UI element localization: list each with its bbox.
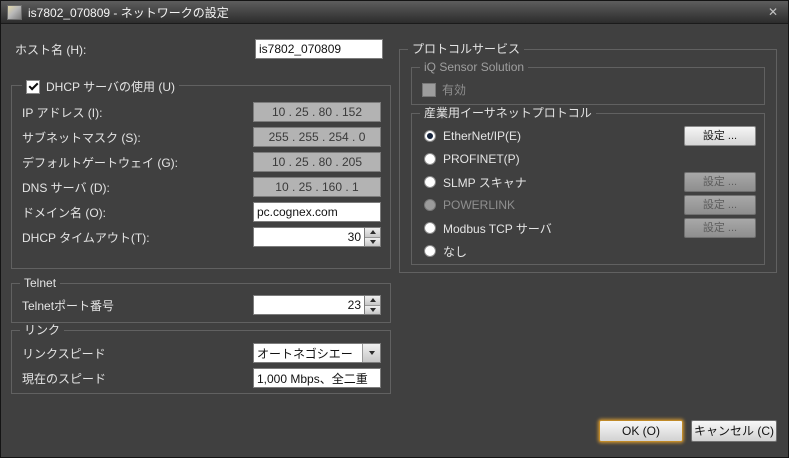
slmp-radio[interactable] [424, 176, 436, 188]
modbus-label: Modbus TCP サーバ [443, 220, 552, 237]
dhcp-group: DHCP サーバの使用 (U) IP アドレス (I): 10 . 25 . 8… [11, 85, 391, 269]
dns-server-input: 10 . 25 . 160 . 1 [253, 177, 381, 197]
telnet-port-input[interactable]: 23 [253, 295, 364, 315]
protocol-option-powerlink: POWERLINK 設定 ... [424, 195, 756, 215]
modbus-radio[interactable] [424, 222, 436, 234]
telnet-group: Telnet Telnetポート番号 23 [11, 283, 391, 323]
dhcp-checkbox-row[interactable]: DHCP サーバの使用 (U) [22, 78, 179, 95]
link-group-title: リンク [20, 323, 64, 337]
profinet-radio[interactable] [424, 153, 436, 165]
none-label: なし [443, 243, 467, 260]
subnet-mask-input: 255 . 255 . 254 . 0 [253, 127, 381, 147]
ip-address-label: IP アドレス (I): [22, 104, 102, 121]
powerlink-label: POWERLINK [443, 198, 515, 212]
telnet-port-row: Telnetポート番号 23 [22, 295, 381, 315]
iq-enable-label: 有効 [442, 81, 466, 98]
protocol-option-ethernet-ip[interactable]: EtherNet/IP(E) 設定 ... [424, 126, 756, 146]
network-settings-dialog: is7802_070809 - ネットワークの設定 ✕ ホスト名 (H): is… [0, 0, 789, 458]
dhcp-timeout-label: DHCP タイムアウト(T): [22, 229, 150, 246]
ip-address-input: 10 . 25 . 80 . 152 [253, 102, 381, 122]
iq-enable-checkbox [422, 83, 436, 97]
spinner-up-icon[interactable] [365, 296, 380, 306]
default-gateway-input: 10 . 25 . 80 . 205 [253, 152, 381, 172]
telnet-group-title: Telnet [20, 276, 60, 290]
link-speed-value: オートネゴシエー [254, 344, 362, 362]
default-gateway-label: デフォルトゲートウェイ (G): [22, 154, 178, 171]
cancel-button[interactable]: キャンセル (C) [691, 420, 777, 442]
slmp-config-button: 設定 ... [684, 172, 756, 192]
dns-server-label: DNS サーバ (D): [22, 179, 110, 196]
slmp-label: SLMP スキャナ [443, 174, 527, 191]
dhcp-checkbox-label: DHCP サーバの使用 (U) [46, 78, 175, 95]
ok-button[interactable]: OK (O) [599, 420, 683, 442]
protocol-option-profinet[interactable]: PROFINET(P) [424, 149, 756, 169]
subnet-mask-row: サブネットマスク (S): 255 . 255 . 254 . 0 [22, 127, 381, 147]
domain-name-input[interactable]: pc.cognex.com [253, 202, 381, 222]
dhcp-timeout-row: DHCP タイムアウト(T): 30 [22, 227, 381, 247]
powerlink-config-button: 設定 ... [684, 195, 756, 215]
spinner-down-icon[interactable] [365, 238, 380, 247]
powerlink-radio [424, 199, 436, 211]
app-icon [7, 5, 22, 20]
window-title: is7802_070809 - ネットワークの設定 [28, 4, 229, 21]
industrial-protocol-title: 産業用イーサネットプロトコル [420, 106, 596, 120]
domain-name-row: ドメイン名 (O): pc.cognex.com [22, 202, 381, 222]
domain-name-label: ドメイン名 (O): [22, 204, 106, 221]
iq-sensor-title: iQ Sensor Solution [420, 60, 528, 74]
spinner-up-icon[interactable] [365, 228, 380, 238]
dhcp-timeout-stepper[interactable] [364, 227, 381, 247]
dhcp-checkbox[interactable] [26, 80, 40, 94]
telnet-port-stepper[interactable] [364, 295, 381, 315]
industrial-protocol-group: 産業用イーサネットプロトコル EtherNet/IP(E) 設定 ... PRO… [411, 113, 765, 265]
ethernet-ip-config-button[interactable]: 設定 ... [684, 126, 756, 146]
chevron-down-icon[interactable] [362, 344, 380, 362]
link-group: リンク リンクスピード オートネゴシエー 現在のスピード 1,000 Mbps、… [11, 330, 391, 394]
protocol-option-slmp[interactable]: SLMP スキャナ 設定 ... [424, 172, 756, 192]
link-speed-row: リンクスピード オートネゴシエー [22, 343, 381, 363]
protocol-option-modbus[interactable]: Modbus TCP サーバ 設定 ... [424, 218, 756, 238]
ethernet-ip-radio[interactable] [424, 130, 436, 142]
current-speed-value: 1,000 Mbps、全二重 [253, 368, 381, 388]
protocol-option-none[interactable]: なし [424, 241, 756, 261]
dns-server-row: DNS サーバ (D): 10 . 25 . 160 . 1 [22, 177, 381, 197]
hostname-input[interactable]: is7802_070809 [255, 39, 383, 59]
ip-address-row: IP アドレス (I): 10 . 25 . 80 . 152 [22, 102, 381, 122]
modbus-config-button: 設定 ... [684, 218, 756, 238]
title-bar[interactable]: is7802_070809 - ネットワークの設定 ✕ [1, 1, 788, 24]
spinner-down-icon[interactable] [365, 306, 380, 315]
current-speed-label: 現在のスピード [22, 370, 106, 387]
default-gateway-row: デフォルトゲートウェイ (G): 10 . 25 . 80 . 205 [22, 152, 381, 172]
hostname-row: ホスト名 (H): is7802_070809 [15, 39, 383, 59]
ethernet-ip-label: EtherNet/IP(E) [443, 129, 521, 143]
close-icon[interactable]: ✕ [764, 5, 782, 19]
dhcp-timeout-input[interactable]: 30 [253, 227, 364, 247]
iq-sensor-group: iQ Sensor Solution 有効 [411, 67, 765, 105]
protocol-services-title: プロトコルサービス [408, 42, 524, 56]
subnet-mask-label: サブネットマスク (S): [22, 129, 141, 146]
telnet-port-label: Telnetポート番号 [22, 297, 114, 314]
link-speed-label: リンクスピード [22, 345, 106, 362]
profinet-label: PROFINET(P) [443, 152, 520, 166]
link-speed-dropdown[interactable]: オートネゴシエー [253, 343, 381, 363]
hostname-label: ホスト名 (H): [15, 41, 86, 58]
current-speed-row: 現在のスピード 1,000 Mbps、全二重 [22, 368, 381, 388]
none-radio[interactable] [424, 245, 436, 257]
